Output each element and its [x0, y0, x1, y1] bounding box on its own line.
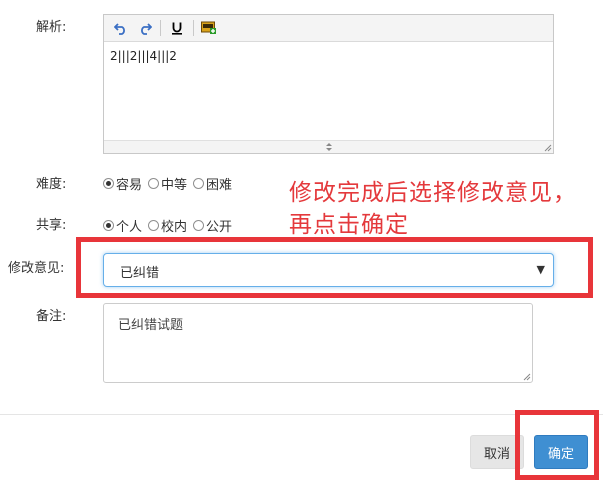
corner-resize-icon[interactable] [544, 144, 552, 152]
radio-checked-icon[interactable] [103, 178, 114, 189]
insert-image-icon[interactable] [199, 18, 219, 38]
remark-value: 已纠错试题 [118, 318, 184, 333]
opinion-label: 修改意见: [8, 261, 65, 276]
instruction-annotation: 修改完成后选择修改意见，再点击确定 [289, 180, 577, 235]
analysis-content[interactable]: 2|||2|||4|||2 [110, 49, 177, 63]
confirm-button[interactable]: 确定 [534, 435, 588, 469]
difficulty-radio-group: 容易 中等 困难 [103, 174, 238, 193]
analysis-label: 解析: [36, 20, 67, 35]
option-label: 公开 [206, 220, 233, 235]
undo-icon[interactable] [111, 18, 131, 38]
option-label: 困难 [206, 178, 233, 193]
difficulty-label: 难度: [36, 177, 67, 192]
opinion-select[interactable]: 已纠错 ▼ [103, 253, 554, 287]
share-label: 共享: [36, 218, 67, 233]
remark-textarea[interactable]: 已纠错试题 [103, 303, 533, 383]
footer-divider [0, 414, 603, 415]
option-label: 容易 [116, 178, 143, 193]
editor-toolbar [104, 15, 553, 42]
share-option-school[interactable]: 校内 [148, 216, 187, 235]
difficulty-option-easy[interactable]: 容易 [103, 174, 142, 193]
radio-icon[interactable] [193, 178, 205, 189]
resize-handle-icon[interactable] [322, 143, 336, 151]
radio-checked-icon[interactable] [103, 220, 114, 231]
option-label: 校内 [161, 220, 188, 235]
opinion-selected-value: 已纠错 [120, 266, 160, 281]
toolbar-separator [160, 20, 161, 36]
share-radio-group: 个人 校内 公开 [103, 216, 238, 235]
rich-text-editor[interactable]: 2|||2|||4|||2 [103, 14, 554, 154]
toolbar-separator [193, 20, 194, 36]
option-label: 中等 [161, 178, 188, 193]
difficulty-option-hard[interactable]: 困难 [193, 174, 232, 193]
radio-icon[interactable] [148, 220, 160, 231]
radio-icon[interactable] [193, 220, 205, 231]
editor-resize-bar[interactable] [104, 140, 553, 153]
share-option-personal[interactable]: 个人 [103, 216, 142, 235]
remark-label: 备注: [36, 309, 67, 324]
difficulty-option-medium[interactable]: 中等 [148, 174, 187, 193]
textarea-resize-icon[interactable] [523, 373, 531, 381]
redo-icon[interactable] [135, 18, 155, 38]
radio-icon[interactable] [148, 178, 160, 189]
option-label: 个人 [116, 220, 143, 235]
underline-icon[interactable] [167, 18, 187, 38]
share-option-public[interactable]: 公开 [193, 216, 232, 235]
dropdown-arrow-icon[interactable]: ▼ [537, 263, 545, 276]
